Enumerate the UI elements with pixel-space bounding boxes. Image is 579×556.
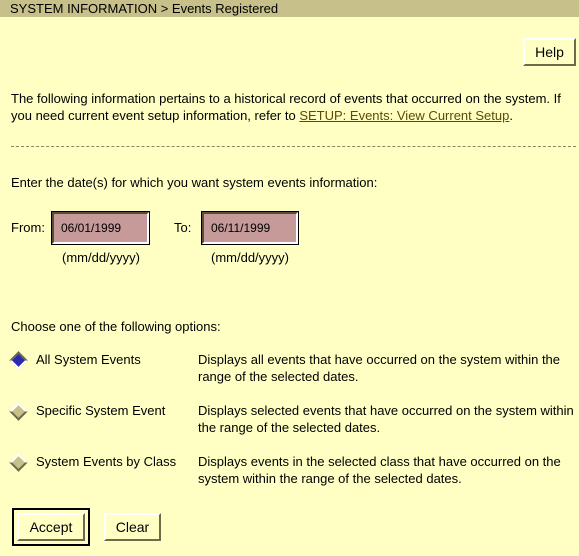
- from-label: From:: [11, 220, 45, 235]
- accept-button[interactable]: Accept: [17, 513, 85, 541]
- setup-events-link[interactable]: SETUP: Events: View Current Setup: [299, 108, 509, 123]
- help-button[interactable]: Help: [523, 38, 576, 66]
- option-label: System Events by Class: [36, 454, 177, 469]
- specific-event-radio[interactable]: [9, 402, 28, 421]
- option-description: Displays selected events that have occur…: [198, 403, 574, 435]
- to-label: To:: [174, 220, 192, 235]
- option-description: Displays events in the selected class th…: [198, 454, 561, 486]
- intro-text-end: .: [509, 108, 513, 123]
- option-label: All System Events: [36, 352, 141, 367]
- from-date-field[interactable]: 06/01/1999: [51, 211, 150, 245]
- option-label: Specific System Event: [36, 403, 166, 418]
- section-divider: [11, 146, 576, 147]
- from-format-hint: (mm/dd/yyyy): [62, 250, 140, 265]
- events-by-class-radio[interactable]: [9, 453, 28, 472]
- option-description: Displays all events that have occurred o…: [198, 352, 561, 384]
- all-events-radio[interactable]: [9, 351, 28, 370]
- page-title: SYSTEM INFORMATION > Events Registered: [0, 0, 579, 17]
- intro-paragraph: The following information pertains to a …: [11, 90, 576, 124]
- options-prompt: Choose one of the following options:: [11, 319, 221, 334]
- clear-button[interactable]: Clear: [104, 513, 161, 541]
- date-prompt: Enter the date(s) for which you want sys…: [11, 175, 378, 190]
- to-format-hint: (mm/dd/yyyy): [211, 250, 289, 265]
- to-date-field[interactable]: 06/11/1999: [201, 211, 299, 245]
